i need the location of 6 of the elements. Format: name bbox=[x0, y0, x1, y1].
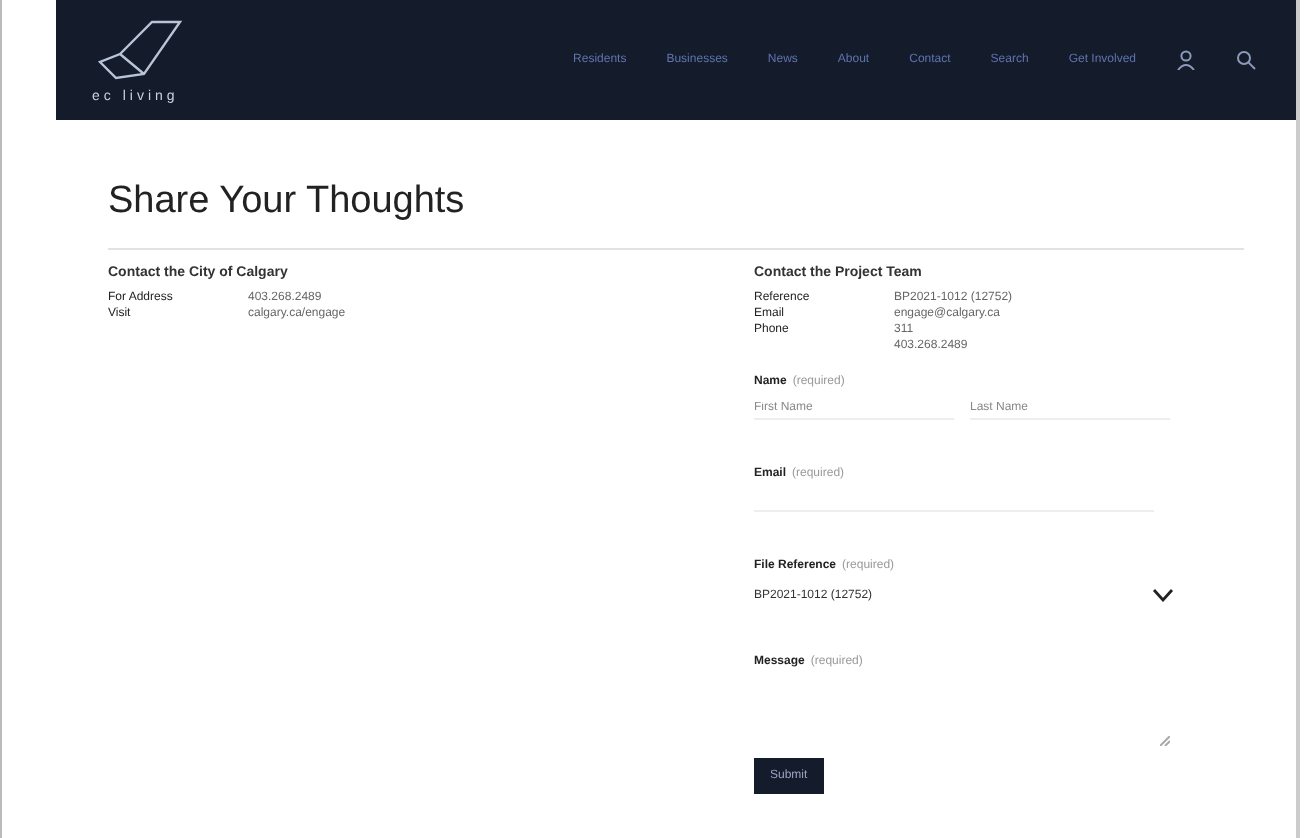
bird-logo-icon bbox=[92, 17, 184, 85]
page-title: Share Your Thoughts bbox=[108, 180, 1244, 250]
resize-handle-icon bbox=[1160, 736, 1170, 746]
chevron-down-icon bbox=[1152, 588, 1174, 602]
search-icon[interactable] bbox=[1236, 50, 1256, 70]
user-icon[interactable] bbox=[1176, 50, 1196, 70]
